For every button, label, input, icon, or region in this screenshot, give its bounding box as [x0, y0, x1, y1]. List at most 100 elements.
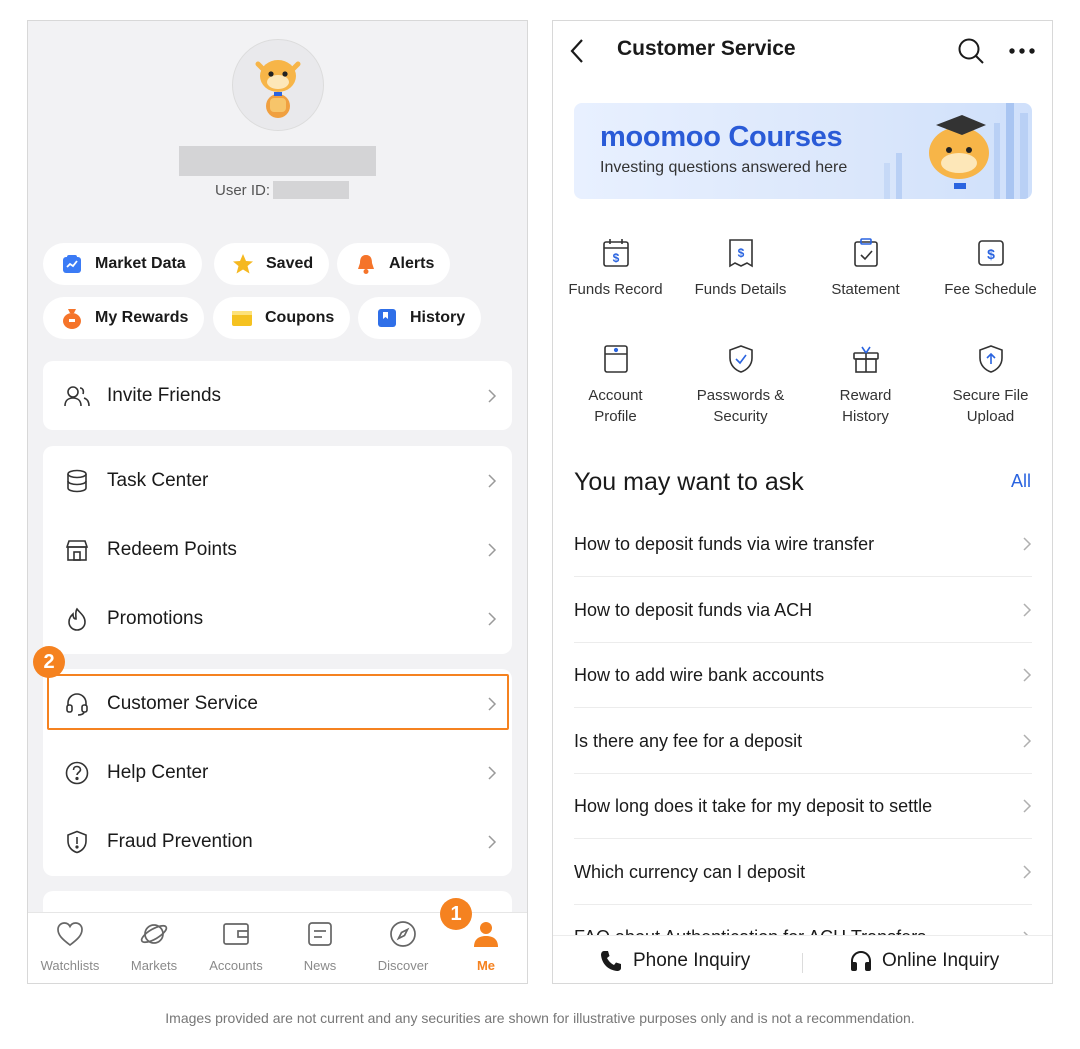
- grid-label: Statement: [831, 281, 900, 298]
- database-icon: [64, 468, 90, 494]
- inquiry-bar: Phone Inquiry Online Inquiry: [553, 935, 1052, 983]
- calendar-dollar-icon: $: [601, 237, 631, 269]
- menu-label: Help Center: [107, 761, 209, 783]
- tab-watchlists[interactable]: Watchlists: [28, 919, 112, 981]
- tab-discover[interactable]: Discover: [361, 919, 445, 981]
- chip-label: Coupons: [265, 309, 335, 326]
- headphones-icon: [851, 950, 871, 971]
- phone-inquiry-button[interactable]: Phone Inquiry: [599, 936, 751, 983]
- question-text: Which currency can I deposit: [574, 861, 806, 882]
- history-icon: [376, 307, 398, 329]
- grid-funds-details[interactable]: $ Funds Details: [678, 237, 803, 300]
- clipboard-check-icon: [851, 237, 881, 269]
- tab-label: Accounts: [209, 958, 263, 973]
- chevron-right-icon: [1023, 734, 1032, 748]
- wallet-icon: [221, 919, 251, 949]
- users-icon: [64, 383, 90, 409]
- menu-redeem-points[interactable]: Redeem Points: [43, 515, 512, 584]
- question-row[interactable]: How long does it take for my deposit to …: [574, 774, 1032, 839]
- chevron-right-icon: [1023, 799, 1032, 813]
- courses-banner[interactable]: moomoo Courses Investing questions answe…: [574, 103, 1032, 199]
- more-icon[interactable]: [1009, 47, 1035, 55]
- menu-promotions[interactable]: Promotions: [43, 584, 512, 653]
- chip-saved[interactable]: Saved: [214, 243, 330, 285]
- chevron-right-icon: [1023, 865, 1032, 879]
- grid-account-profile[interactable]: Account Profile: [553, 343, 678, 427]
- phone-inquiry-label: Phone Inquiry: [633, 950, 751, 971]
- chip-history[interactable]: History: [358, 297, 482, 339]
- username-masked: [179, 146, 376, 176]
- grid-label: Passwords & Security: [696, 387, 785, 425]
- grid-fee-schedule[interactable]: $ Fee Schedule: [928, 237, 1052, 300]
- person-icon: [471, 919, 501, 949]
- question-row[interactable]: How to deposit funds via ACH: [574, 578, 1032, 643]
- invite-card: Invite Friends: [43, 361, 512, 430]
- chip-alerts[interactable]: Alerts: [337, 243, 451, 285]
- question-row[interactable]: Which currency can I deposit: [574, 840, 1032, 905]
- question-row[interactable]: Is there any fee for a deposit: [574, 709, 1032, 774]
- chip-label: History: [410, 309, 466, 326]
- chip-label: My Rewards: [95, 309, 189, 326]
- tab-label: News: [303, 958, 337, 973]
- menu-invite-friends[interactable]: Invite Friends: [43, 361, 512, 430]
- menu-label: Promotions: [107, 607, 204, 629]
- grid-label: Secure File Upload: [952, 387, 1029, 425]
- chevron-right-icon: [488, 765, 497, 780]
- news-icon: [305, 919, 335, 949]
- grid-reward-history[interactable]: Reward History: [803, 343, 928, 427]
- grid-label: Reward History: [839, 387, 892, 425]
- avatar[interactable]: [232, 39, 324, 131]
- question-circle-icon: [64, 760, 90, 786]
- customer-service-highlight: [47, 674, 509, 730]
- profile-card-icon: [601, 343, 631, 375]
- grid-funds-record[interactable]: $ Funds Record: [553, 237, 678, 300]
- tab-accounts[interactable]: Accounts: [194, 919, 278, 981]
- back-arrow-icon[interactable]: [569, 38, 585, 64]
- chevron-right-icon: [488, 611, 497, 626]
- question-text: How to add wire bank accounts: [574, 664, 825, 685]
- dollar-square-icon: $: [976, 237, 1006, 269]
- question-text: How long does it take for my deposit to …: [574, 795, 933, 816]
- shield-upload-icon: [976, 343, 1006, 375]
- tab-markets[interactable]: Markets: [112, 919, 196, 981]
- chevron-right-icon: [488, 542, 497, 557]
- user-id: User ID:: [215, 181, 350, 199]
- tab-news[interactable]: News: [278, 919, 362, 981]
- menu-fraud-prevention[interactable]: Fraud Prevention: [43, 807, 512, 876]
- chip-label: Market Data: [95, 255, 186, 272]
- chevron-right-icon: [1023, 668, 1032, 682]
- chip-market-data[interactable]: Market Data: [43, 243, 202, 285]
- menu-help-center[interactable]: Help Center: [43, 738, 512, 807]
- question-row[interactable]: How to add wire bank accounts: [574, 643, 1032, 708]
- disclaimer: Images provided are not current and any …: [165, 1010, 915, 1026]
- shield-check-icon: [726, 343, 756, 375]
- chip-coupons[interactable]: Coupons: [213, 297, 351, 339]
- banner-title: moomoo Courses: [600, 121, 843, 153]
- grid-statement[interactable]: Statement: [803, 237, 928, 300]
- menu-task-center[interactable]: Task Center: [43, 446, 512, 515]
- page-title: Customer Service: [617, 37, 796, 60]
- chip-my-rewards[interactable]: My Rewards: [43, 297, 205, 339]
- chevron-right-icon: [488, 388, 497, 403]
- planet-icon: [139, 919, 169, 949]
- divider: [802, 953, 803, 973]
- svg-text:$: $: [737, 246, 744, 260]
- user-id-masked: [273, 181, 350, 199]
- grid-passwords-security[interactable]: Passwords & Security: [678, 343, 803, 427]
- step-badge-1: 1: [440, 898, 472, 930]
- rewards-card: Task Center Redeem Points Promotions: [43, 446, 512, 654]
- grid-secure-file-upload[interactable]: Secure File Upload: [928, 343, 1052, 427]
- grid-label: Fee Schedule: [944, 281, 1037, 298]
- chart-decoration-icon: [884, 103, 1028, 199]
- question-text: How to deposit funds via ACH: [574, 599, 813, 620]
- search-icon[interactable]: [957, 37, 985, 65]
- online-inquiry-button[interactable]: Online Inquiry: [850, 936, 999, 983]
- tab-label: Me: [476, 958, 496, 973]
- view-all-link[interactable]: All: [1011, 471, 1031, 492]
- me-screen: User ID: Market Data Saved Alerts My Rew…: [27, 20, 528, 984]
- question-row[interactable]: How to deposit funds via wire transfer: [574, 512, 1032, 577]
- svg-text:$: $: [987, 246, 995, 262]
- ask-section-title: You may want to ask: [574, 468, 804, 496]
- mascot-icon: [255, 60, 301, 118]
- star-icon: [232, 253, 254, 275]
